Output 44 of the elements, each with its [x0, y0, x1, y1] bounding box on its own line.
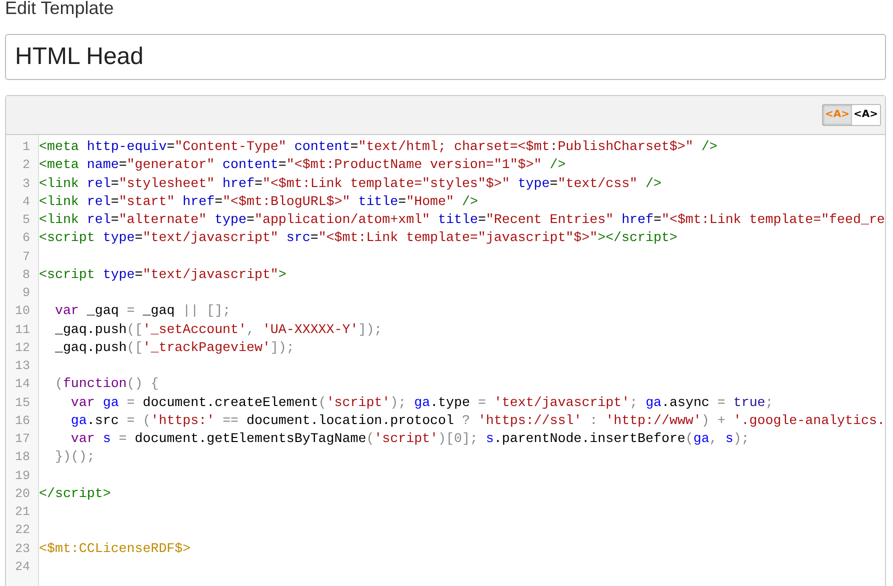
- line-number: 16: [14, 412, 31, 430]
- line-number: 7: [21, 248, 31, 266]
- code-line: <meta name="generator" content="<$mt:ProductName version="1"$>" />: [38, 156, 566, 174]
- code-line: <$mt:CCLicenseRDF$>: [38, 540, 191, 558]
- template-name-field[interactable]: HTML Head: [5, 34, 886, 80]
- code-line: _gaq.push(['_setAccount', 'UA-XXXXX-Y']);: [54, 320, 382, 338]
- code-line: <script type="text/javascript">: [38, 266, 286, 284]
- code-line: </script>: [38, 484, 111, 503]
- line-number: 9: [21, 285, 31, 302]
- code-line: <meta http-equiv="Content-Type" content="text/html; charset=<$mt:PublishCharset$>" />: [38, 138, 718, 156]
- code-line: <link rel="start" href="<$mt:BlogURL$>" title="Home" />: [38, 192, 478, 211]
- code-line: _gaq.push(['_trackPageview']);: [54, 338, 294, 357]
- line-number: 15: [14, 394, 31, 412]
- code-line: <script type="text/javascript" src="<$mt:Link template="javascript"$>"></script>: [38, 229, 678, 248]
- line-number: 20: [14, 486, 31, 503]
- line-number: 4: [21, 194, 31, 211]
- highlight-toggle-button[interactable]: <A>: [852, 105, 880, 125]
- code-line: ga.src = ('https:' == document.location.protocol ? 'https://ssl' : 'http://www') + '.google-analytics.: [70, 412, 885, 430]
- line-number: 23: [14, 540, 31, 558]
- code-line: <link rel="stylesheet" href="<$mt:Link template="styles"$>" type="text/css" />: [38, 174, 662, 192]
- line-number: 17: [14, 431, 31, 448]
- line-number: 8: [21, 266, 31, 284]
- code-line: })();: [54, 448, 95, 466]
- page-heading: Edit Template: [4, 0, 115, 18]
- line-number: 19: [14, 468, 31, 484]
- line-number: 6: [21, 230, 31, 248]
- code-line: var _gaq = _gaq || [];: [54, 302, 231, 320]
- line-number: 13: [14, 358, 31, 375]
- code-line: (function() {: [54, 375, 159, 394]
- line-number: 22: [14, 522, 31, 540]
- line-number: 1: [21, 139, 31, 156]
- line-number: 12: [14, 340, 31, 357]
- line-number: 3: [21, 176, 31, 192]
- code-line: var s = document.getElementsByTagName('script')[0]; s.parentNode.insertBefore(ga, s);: [70, 430, 750, 448]
- line-number: 21: [14, 504, 31, 521]
- line-number: 18: [14, 449, 31, 466]
- line-number: 5: [21, 212, 31, 229]
- line-number: 11: [14, 322, 31, 338]
- code-line: <link rel="alternate" type="application/atom+xml" title="Recent Entries" href="<$mt:Link template="feed_re: [38, 211, 885, 229]
- code-line: var ga = document.createElement('script'); ga.type = 'text/javascript'; ga.async = true;: [70, 394, 774, 412]
- line-number: 10: [14, 303, 31, 320]
- line-number: 24: [14, 558, 31, 576]
- line-number: 14: [14, 376, 31, 394]
- line-number: 2: [21, 157, 31, 174]
